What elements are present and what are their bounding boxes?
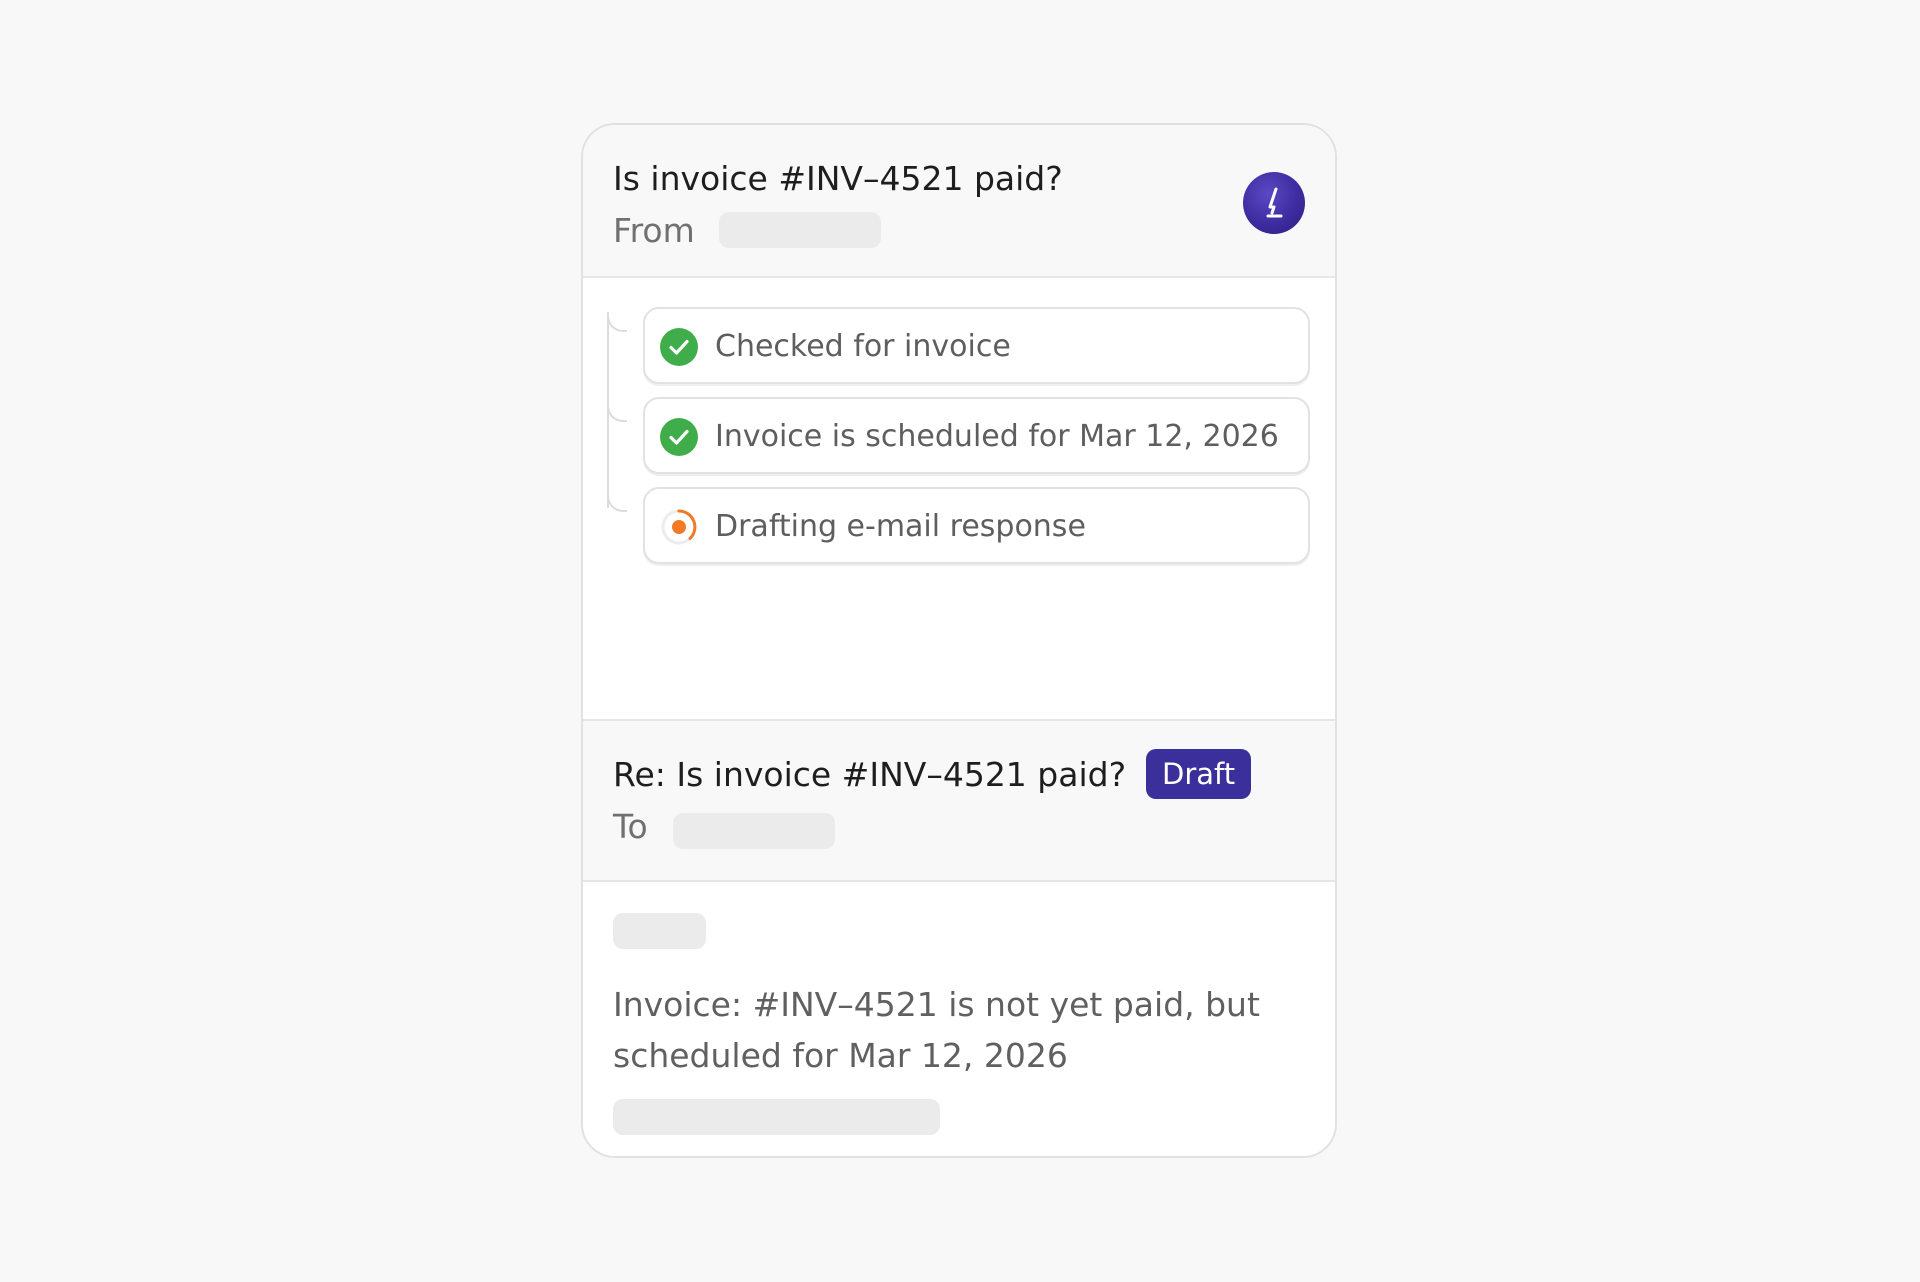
- recipient-placeholder: [673, 813, 835, 849]
- incoming-subject: Is invoice #INV–4521 paid?: [613, 159, 1063, 198]
- sender-placeholder: [719, 212, 881, 248]
- check-circle-icon: [660, 418, 698, 456]
- reply-body: Invoice: #INV–4521 is not yet paid, but …: [583, 882, 1335, 1156]
- to-label: To: [613, 807, 648, 846]
- step-label: Drafting e-mail response: [715, 509, 1086, 544]
- thread-connector-step-3: [607, 492, 627, 512]
- thread-connector-spine: [607, 312, 609, 508]
- greeting-placeholder: [613, 913, 706, 949]
- step-invoice-scheduled: Invoice is scheduled for Mar 12, 2026: [643, 397, 1310, 474]
- check-circle-icon: [660, 328, 698, 366]
- step-checked-invoice: Checked for invoice: [643, 307, 1310, 384]
- email-agent-card: Is invoice #INV–4521 paid? From Checked …: [581, 123, 1337, 1158]
- body-line-placeholder: [613, 1099, 940, 1135]
- step-label: Checked for invoice: [715, 329, 1011, 364]
- agent-steps: Checked for invoice Invoice is scheduled…: [583, 278, 1335, 721]
- from-label: From: [613, 211, 695, 250]
- thread-connector-step-2: [607, 402, 627, 422]
- reply-subject: Re: Is invoice #INV–4521 paid?: [613, 755, 1127, 794]
- reply-email-header: Re: Is invoice #INV–4521 paid? Draft To: [583, 721, 1335, 882]
- lightning-glyph-icon: [1266, 187, 1283, 218]
- lightning-logo-icon[interactable]: [1243, 172, 1305, 234]
- step-label: Invoice is scheduled for Mar 12, 2026: [715, 419, 1279, 454]
- reply-body-text: Invoice: #INV–4521 is not yet paid, but …: [613, 985, 1260, 1075]
- incoming-email-header: Is invoice #INV–4521 paid? From: [583, 125, 1335, 278]
- thread-connector-step-1: [607, 312, 627, 332]
- draft-badge: Draft: [1146, 749, 1252, 799]
- step-drafting-response: Drafting e-mail response: [643, 487, 1310, 564]
- spinner-icon: [661, 509, 697, 545]
